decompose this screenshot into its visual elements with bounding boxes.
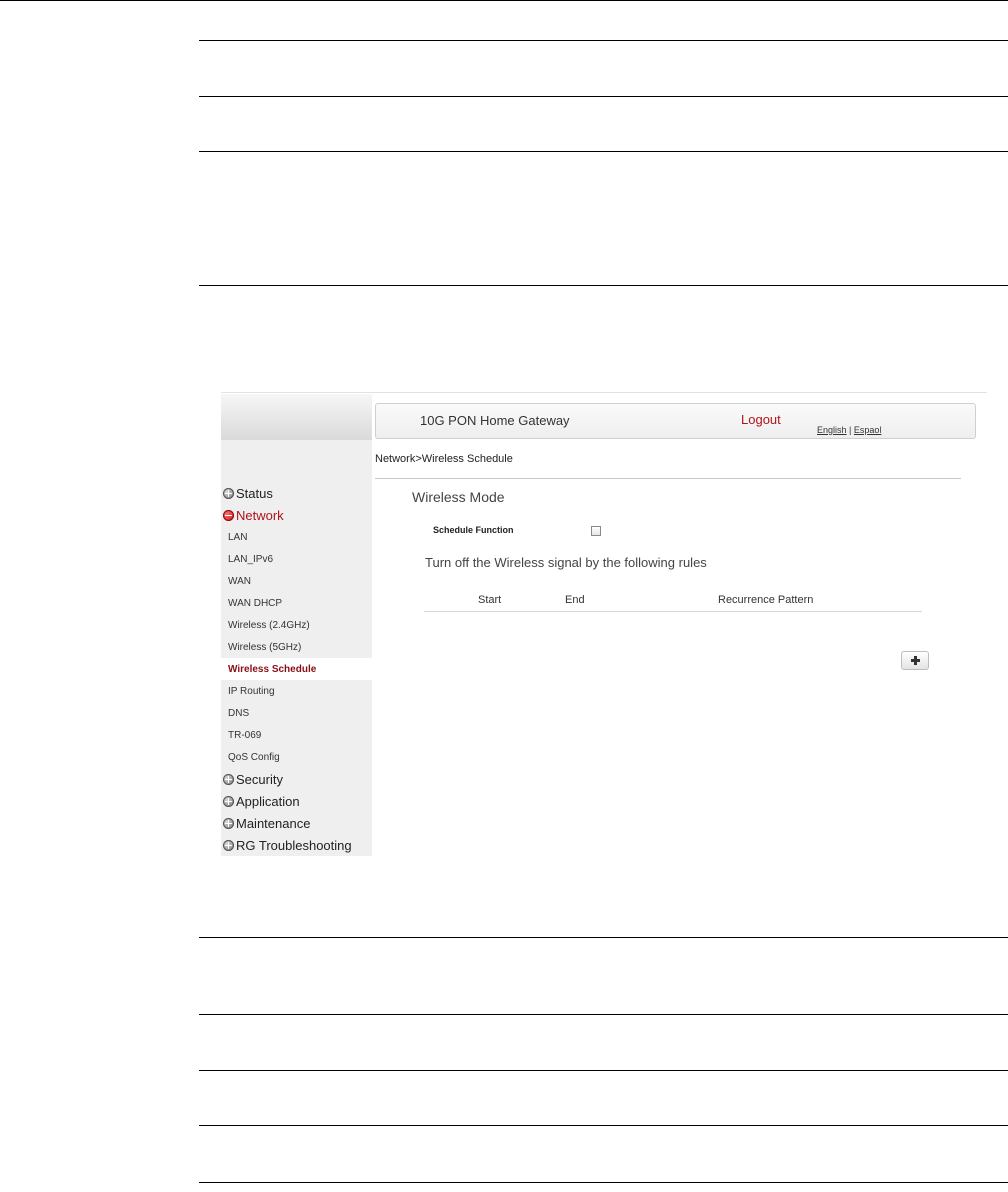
table-header-divider xyxy=(424,611,922,612)
table-rule xyxy=(199,1125,1008,1126)
menu-security[interactable]: Security xyxy=(221,768,372,790)
menu-maintenance[interactable]: Maintenance xyxy=(221,812,372,834)
sidebar-item-ip-routing[interactable]: IP Routing xyxy=(221,680,372,702)
sidebar-item-qos-config[interactable]: QoS Config xyxy=(221,746,372,768)
sidebar: Status Network LAN LAN_IPv6 WAN WAN DHCP… xyxy=(221,394,372,856)
menu-network[interactable]: Network xyxy=(221,504,372,526)
page-top-rule xyxy=(0,0,1008,1)
add-rule-button[interactable] xyxy=(901,651,929,670)
sidebar-item-tr069[interactable]: TR-069 xyxy=(221,724,372,746)
expand-icon xyxy=(223,487,234,499)
product-title: 10G PON Home Gateway xyxy=(420,413,570,428)
top-header-bar: 10G PON Home Gateway Logout English | Es… xyxy=(375,403,976,439)
gateway-screenshot: Status Network LAN LAN_IPv6 WAN WAN DHCP… xyxy=(221,392,987,856)
menu-application-label: Application xyxy=(236,793,300,809)
sidebar-item-lan[interactable]: LAN xyxy=(221,526,372,548)
sidebar-item-wireless-24ghz[interactable]: Wireless (2.4GHz) xyxy=(221,614,372,636)
sidebar-header xyxy=(221,394,372,440)
plus-icon xyxy=(910,656,920,665)
column-header-recurrence: Recurrence Pattern xyxy=(718,594,814,606)
section-title: Wireless Mode xyxy=(412,489,505,505)
menu-network-label: Network xyxy=(236,507,284,523)
sidebar-item-lan-ipv6[interactable]: LAN_IPv6 xyxy=(221,548,372,570)
menu-application[interactable]: Application xyxy=(221,790,372,812)
table-rule xyxy=(199,151,1008,152)
menu-security-label: Security xyxy=(236,771,283,787)
table-rule xyxy=(199,1070,1008,1071)
sidebar-item-wireless-schedule[interactable]: Wireless Schedule xyxy=(221,658,372,680)
column-header-end: End xyxy=(565,594,585,606)
logout-link[interactable]: Logout xyxy=(741,412,781,427)
english-link[interactable]: English xyxy=(817,425,847,435)
sidebar-item-dns[interactable]: DNS xyxy=(221,702,372,724)
schedule-function-label: Schedule Function xyxy=(433,525,514,535)
expand-icon xyxy=(223,773,234,785)
menu-status-label: Status xyxy=(236,485,273,501)
table-rule xyxy=(199,96,1008,97)
spanish-link[interactable]: Espaol xyxy=(854,425,882,435)
column-header-start: Start xyxy=(478,594,502,606)
table-rule xyxy=(199,1182,1008,1183)
sidebar-item-wan[interactable]: WAN xyxy=(221,570,372,592)
table-rule xyxy=(199,937,1008,938)
menu-maintenance-label: Maintenance xyxy=(236,815,311,831)
menu-rg-troubleshooting-label: RG Troubleshooting xyxy=(236,837,352,853)
expand-icon xyxy=(223,795,234,807)
expand-icon xyxy=(223,839,234,851)
sidebar-item-wan-dhcp[interactable]: WAN DHCP xyxy=(221,592,372,614)
table-rule xyxy=(199,285,1008,286)
sidebar-item-wireless-5ghz[interactable]: Wireless (5GHz) xyxy=(221,636,372,658)
language-switcher: English | Espaol xyxy=(817,425,881,435)
table-rule xyxy=(199,40,1008,41)
menu-status[interactable]: Status xyxy=(221,482,372,504)
screenshot-top-border xyxy=(221,392,987,393)
breadcrumb-divider xyxy=(375,478,961,479)
sidebar-menu: Status Network LAN LAN_IPv6 WAN WAN DHCP… xyxy=(221,482,372,856)
rules-description: Turn off the Wireless signal by the foll… xyxy=(425,555,707,570)
collapse-icon xyxy=(223,509,234,521)
schedule-function-checkbox[interactable] xyxy=(591,526,601,536)
language-separator: | xyxy=(849,425,852,435)
table-rule xyxy=(199,1014,1008,1015)
breadcrumb: Network>Wireless Schedule xyxy=(375,453,513,465)
menu-rg-troubleshooting[interactable]: RG Troubleshooting xyxy=(221,834,372,856)
expand-icon xyxy=(223,817,234,829)
